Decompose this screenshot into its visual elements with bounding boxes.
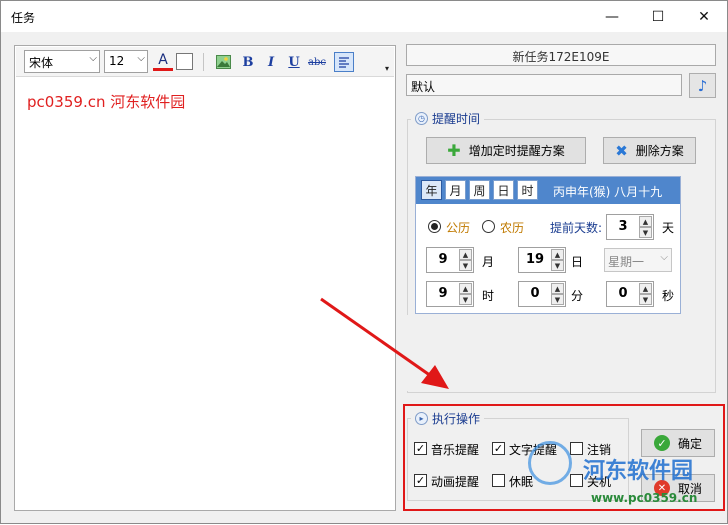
task-window: 任务 — ☐ ✕ 宋体 ⌵ 12 ⌵ A B I U abc ▾ pc0359.… [0, 0, 728, 524]
watermark-logo-icon [528, 441, 572, 485]
watermark-url: www.pc0359.cn [591, 491, 698, 505]
watermark-name: 河东软件园 [583, 459, 694, 484]
annotation-arrow [320, 297, 449, 389]
